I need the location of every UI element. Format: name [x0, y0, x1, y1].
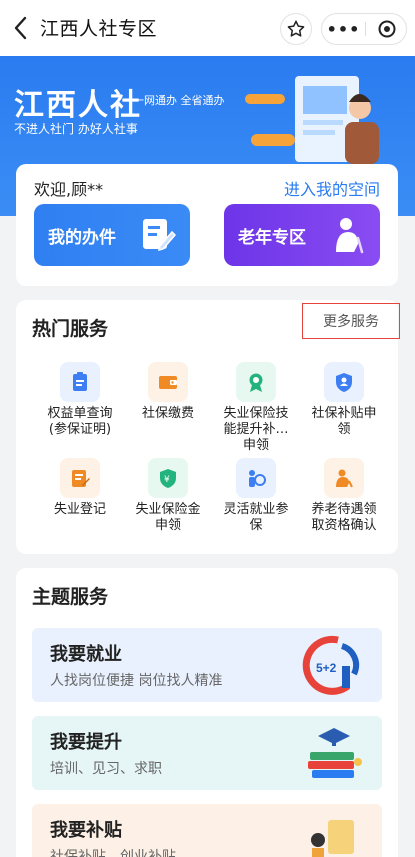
- theme-improvement[interactable]: 我要提升 培训、见习、求职: [32, 716, 382, 790]
- theme-subsidy[interactable]: 我要补贴 社保补贴、创业补贴: [32, 804, 382, 857]
- brand-tagline: 一网通办 全省通办: [133, 94, 225, 107]
- service-item-6[interactable]: ¥ 失业保险金 申领: [124, 458, 212, 534]
- award-icon: [236, 362, 276, 402]
- service-item-5[interactable]: 失业登记: [36, 458, 124, 518]
- theme-description: 人找岗位便捷 岗位找人精准: [50, 673, 223, 689]
- hot-services-card: 热门服务 更多服务 权益单查询 (参保证明) 社保缴费 失业保险技 能提升补… 申领…: [16, 300, 400, 554]
- service-item-3[interactable]: 失业保险技 能提升补… 申领: [212, 362, 300, 454]
- service-label: 灵活就业参 保: [223, 502, 289, 533]
- elderly-zone-label: 老年专区: [238, 228, 306, 248]
- top-nav-bar: 江西人社专区 •••: [0, 0, 415, 56]
- service-label: 失业保险技 能提升补… 申领: [223, 406, 289, 453]
- service-label: 权益单查询 (参保证明): [47, 406, 113, 437]
- theme-services-card: 主题服务 我要就业 人找岗位便捷 岗位找人精准 5+2 我要提升 培训、见习、求…: [16, 568, 398, 857]
- svg-text:¥: ¥: [164, 475, 170, 485]
- elderly-zone-button[interactable]: 老年专区: [224, 204, 380, 266]
- theme-description: 社保补贴、创业补贴: [50, 849, 176, 857]
- welcome-card: 欢迎,顾** 进入我的空间 我的办件 老年专区: [16, 164, 398, 286]
- subsidy-icon: [311, 820, 354, 857]
- books-icon: [308, 728, 362, 778]
- theme-description: 培训、见习、求职: [50, 761, 162, 777]
- employment-logo-icon: 5+2: [302, 635, 360, 695]
- favorite-button[interactable]: [280, 13, 312, 45]
- mini-program-capsule: •••: [321, 13, 407, 45]
- brand-logo-text: 江西人社: [14, 88, 142, 123]
- service-item-1[interactable]: 权益单查询 (参保证明): [36, 362, 124, 438]
- employment-logo-text: 5+2: [316, 661, 337, 675]
- person-coin-icon: [236, 458, 276, 498]
- target-close-icon: [378, 20, 395, 38]
- clipboard-icon: [60, 362, 100, 402]
- money-shield-icon: ¥: [148, 458, 188, 498]
- my-applications-button[interactable]: 我的办件: [34, 204, 190, 266]
- back-button[interactable]: [6, 10, 40, 46]
- star-icon: [287, 20, 305, 37]
- elderly-person-icon: [336, 218, 364, 254]
- service-item-4[interactable]: 社保补贴申 领: [300, 362, 388, 438]
- register-icon: [60, 458, 100, 498]
- chevron-left-icon: [14, 16, 27, 40]
- brand-slogan: 不进人社门 办好人社事: [14, 122, 138, 136]
- more-menu-button[interactable]: •••: [322, 14, 365, 44]
- shield-user-icon: [324, 362, 364, 402]
- more-services-link[interactable]: 更多服务: [302, 303, 400, 339]
- wallet-icon: [148, 362, 188, 402]
- theme-title: 我要补贴: [50, 820, 122, 841]
- page-title: 江西人社专区: [40, 18, 158, 40]
- service-item-2[interactable]: 社保缴费: [124, 362, 212, 422]
- service-item-7[interactable]: 灵活就业参 保: [212, 458, 300, 534]
- service-label: 社保补贴申 领: [311, 406, 377, 437]
- section-title-hot-services: 热门服务: [32, 318, 109, 340]
- close-mini-program-button[interactable]: [366, 14, 407, 44]
- service-label: 养老待遇领 取资格确认: [311, 502, 377, 533]
- service-label: 社保缴费: [141, 406, 194, 421]
- edit-document-icon: [143, 219, 176, 252]
- theme-title: 我要就业: [50, 644, 122, 665]
- elder-person-icon: [324, 458, 364, 498]
- service-label: 失业登记: [53, 502, 106, 517]
- theme-title: 我要提升: [50, 732, 122, 753]
- theme-employment[interactable]: 我要就业 人找岗位便捷 岗位找人精准 5+2: [32, 628, 382, 702]
- section-title-theme-services: 主题服务: [32, 586, 109, 608]
- welcome-greeting: 欢迎,顾**: [34, 180, 104, 199]
- service-label: 失业保险金 申领: [135, 502, 201, 533]
- service-item-8[interactable]: 养老待遇领 取资格确认: [300, 458, 388, 534]
- my-applications-label: 我的办件: [48, 228, 116, 248]
- enter-my-space-link[interactable]: 进入我的空间: [284, 176, 380, 200]
